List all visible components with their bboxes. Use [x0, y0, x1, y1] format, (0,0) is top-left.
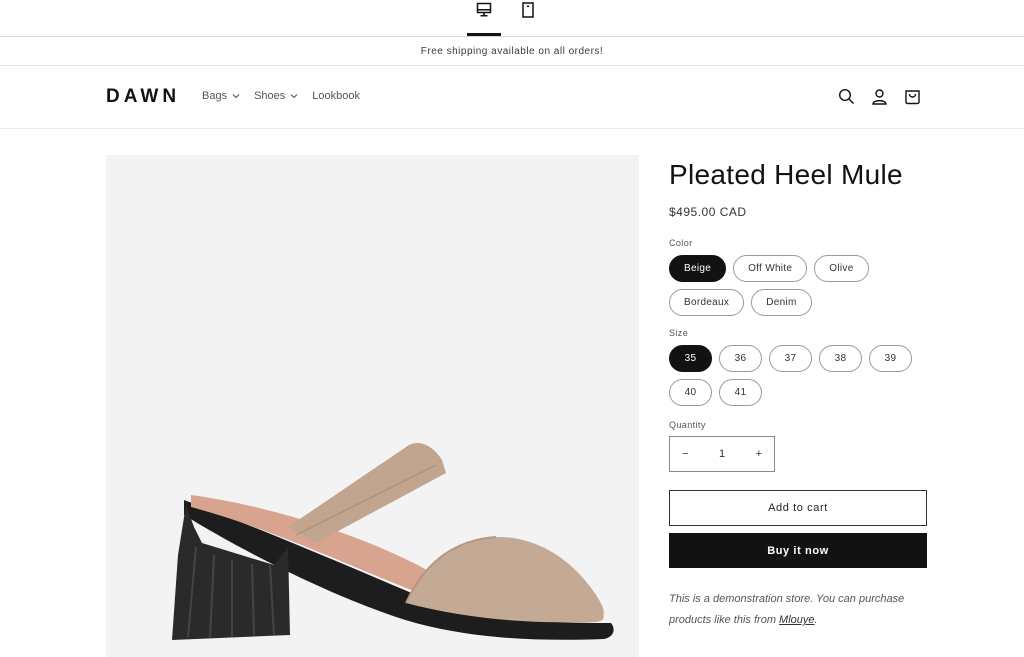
- nav-label: Shoes: [254, 90, 286, 102]
- header-icons: [837, 87, 922, 106]
- desktop-icon: [476, 2, 492, 17]
- size-option-38[interactable]: 38: [819, 345, 862, 372]
- main-nav: Bags Shoes Lookbook: [202, 90, 360, 102]
- nav-item-bags[interactable]: Bags: [202, 90, 240, 102]
- size-option-37[interactable]: 37: [769, 345, 812, 372]
- mobile-icon: [522, 2, 534, 18]
- chevron-down-icon: [232, 94, 240, 99]
- quantity-value[interactable]: 1: [719, 448, 725, 460]
- size-label: Size: [669, 328, 689, 338]
- color-label: Color: [669, 238, 693, 248]
- chevron-down-icon: [290, 94, 298, 99]
- product-price: $495.00 CAD: [669, 205, 747, 219]
- cart-button[interactable]: [903, 87, 922, 106]
- vendor-link[interactable]: Mlouye: [779, 614, 814, 626]
- add-to-cart-button[interactable]: Add to cart: [669, 490, 927, 526]
- color-options: Beige Off White Olive Bordeaux Denim: [669, 255, 929, 316]
- size-option-35[interactable]: 35: [669, 345, 712, 372]
- color-option-olive[interactable]: Olive: [814, 255, 869, 282]
- nav-label: Lookbook: [312, 90, 360, 102]
- cart-icon: [905, 90, 920, 105]
- desktop-preview-button[interactable]: [467, 0, 501, 36]
- demo-end: .: [814, 614, 818, 626]
- site-header: DAWN Bags Shoes Lookbook: [0, 66, 1024, 129]
- mobile-preview-button[interactable]: [511, 0, 545, 36]
- device-preview-bar: [0, 0, 1024, 37]
- decrease-quantity-button[interactable]: −: [682, 448, 688, 460]
- announcement-bar: Free shipping available on all orders!: [0, 37, 1024, 66]
- color-option-denim[interactable]: Denim: [751, 289, 812, 316]
- shoe-illustration: [172, 442, 614, 640]
- quantity-label: Quantity: [669, 420, 706, 430]
- size-option-40[interactable]: 40: [669, 379, 712, 406]
- account-button[interactable]: [870, 87, 889, 106]
- color-option-bordeaux[interactable]: Bordeaux: [669, 289, 745, 316]
- product-image[interactable]: [106, 155, 639, 657]
- color-option-beige[interactable]: Beige: [669, 255, 727, 282]
- store-logo[interactable]: DAWN: [106, 86, 180, 108]
- size-option-41[interactable]: 41: [719, 379, 762, 406]
- search-button[interactable]: [837, 87, 856, 106]
- product-title: Pleated Heel Mule: [669, 159, 903, 190]
- product-info: Pleated Heel Mule $495.00 CAD Color Beig…: [669, 155, 929, 631]
- nav-label: Bags: [202, 90, 228, 102]
- size-option-36[interactable]: 36: [719, 345, 762, 372]
- search-icon: [838, 88, 854, 104]
- buy-now-button[interactable]: Buy it now: [669, 533, 927, 568]
- announcement-text: Free shipping available on all orders!: [420, 45, 604, 57]
- nav-item-lookbook[interactable]: Lookbook: [312, 90, 360, 102]
- account-icon: [872, 89, 887, 105]
- size-options: 35 36 37 38 39 40 41: [669, 345, 929, 406]
- demo-notice: This is a demonstration store. You can p…: [669, 589, 931, 631]
- color-option-off-white[interactable]: Off White: [733, 255, 808, 282]
- size-option-39[interactable]: 39: [869, 345, 912, 372]
- nav-item-shoes[interactable]: Shoes: [254, 90, 298, 102]
- quantity-stepper: − 1 +: [669, 436, 775, 472]
- increase-quantity-button[interactable]: +: [756, 448, 762, 460]
